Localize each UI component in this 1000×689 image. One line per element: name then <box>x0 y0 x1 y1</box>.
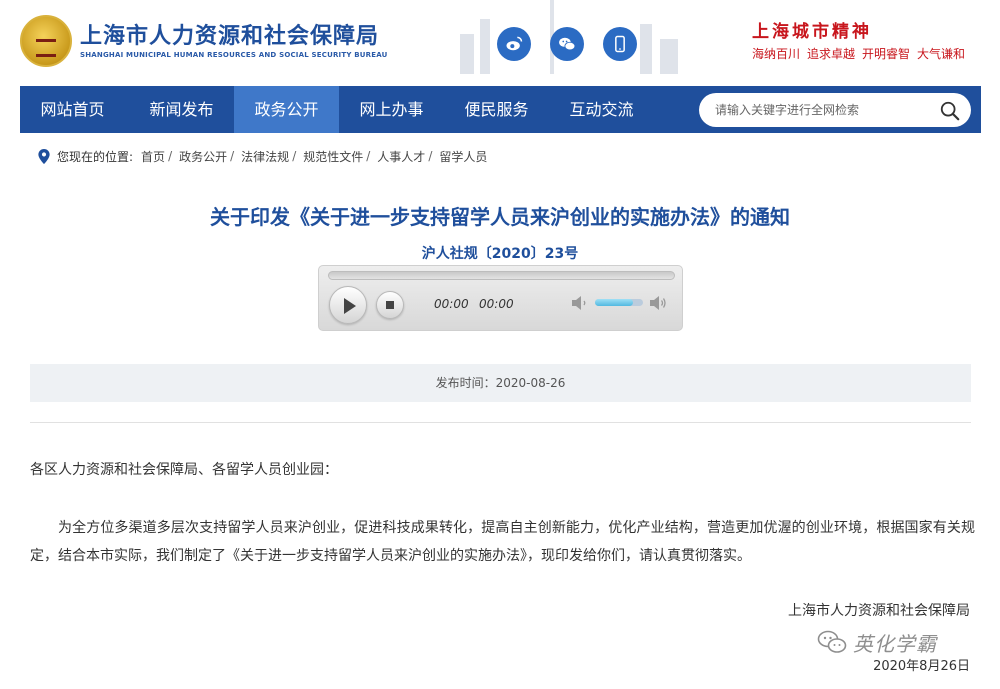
stop-button[interactable] <box>376 291 404 319</box>
nav-online-services[interactable]: 网上办事 <box>339 86 444 133</box>
breadcrumb-separator: / <box>366 149 371 163</box>
wechat-watermark: 英化学霸 <box>817 628 937 656</box>
site-subtitle: SHANGHAI MUNICIPAL HUMAN RESOURCES AND S… <box>80 51 388 59</box>
city-spirit-motto: 海纳百川 追求卓越 开明睿智 大气谦和 <box>752 45 965 62</box>
nav-government-affairs[interactable]: 政务公开 <box>234 86 339 133</box>
site-header: 上海市人力资源和社会保障局 SHANGHAI MUNICIPAL HUMAN R… <box>0 0 1000 86</box>
breadcrumb-government-affairs[interactable]: 政务公开 <box>179 148 227 165</box>
motto-item: 开明睿智 <box>862 47 911 61</box>
breadcrumb-personnel[interactable]: 人事人才 <box>377 148 425 165</box>
nav-news[interactable]: 新闻发布 <box>129 86 234 133</box>
search-input[interactable] <box>715 93 925 127</box>
volume-slider[interactable] <box>595 299 643 306</box>
signature-organization: 上海市人力资源和社会保障局 <box>788 603 970 619</box>
volume-max-icon[interactable] <box>649 295 667 311</box>
motto-item: 大气谦和 <box>917 47 966 61</box>
search-box <box>699 93 971 127</box>
mute-icon[interactable] <box>571 295 589 311</box>
audio-duration: 00:00 <box>479 297 514 311</box>
watermark-text: 英化学霸 <box>853 631 937 656</box>
site-title[interactable]: 上海市人力资源和社会保障局 <box>80 18 379 50</box>
audio-player: 00:00 00:00 <box>318 265 683 331</box>
nav-convenience-services[interactable]: 便民服务 <box>444 86 549 133</box>
breadcrumb-returnees[interactable]: 留学人员 <box>439 148 487 165</box>
nav-home[interactable]: 网站首页 <box>20 86 125 133</box>
weibo-icon[interactable] <box>497 27 531 61</box>
audio-current-time: 00:00 <box>434 297 469 311</box>
article-salutation: 各区人力资源和社会保障局、各留学人员创业园： <box>30 462 338 478</box>
article-body: 为全方位多渠道多层次支持留学人员来沪创业，促进科技成果转化，提高自主创新能力，优… <box>30 520 975 564</box>
volume-level <box>595 299 634 306</box>
content-divider <box>30 422 971 423</box>
location-pin-icon <box>38 148 50 164</box>
bureau-emblem-icon[interactable] <box>20 15 72 67</box>
breadcrumb-label: 您现在的位置: <box>57 149 134 164</box>
signature-date: 2020年8月26日 <box>873 659 970 674</box>
main-nav: 网站首页 新闻发布 政务公开 网上办事 便民服务 互动交流 <box>20 86 981 133</box>
publish-time: 发布时间：2020-08-26 <box>30 364 971 402</box>
breadcrumb-laws[interactable]: 法律法规 <box>241 148 289 165</box>
nav-interaction[interactable]: 互动交流 <box>549 86 654 133</box>
breadcrumb-separator: / <box>168 149 173 163</box>
play-button[interactable] <box>329 286 367 324</box>
wechat-watermark-icon <box>817 630 847 653</box>
document-number: 沪人社规〔2020〕23号 <box>421 246 579 262</box>
motto-item: 追求卓越 <box>807 47 856 61</box>
search-icon[interactable] <box>939 100 961 122</box>
city-spirit-title: 上海城市精神 <box>752 22 872 42</box>
breadcrumb-separator: / <box>292 149 297 163</box>
breadcrumb: 您现在的位置: 首页 / 政务公开 / 法律法规 / 规范性文件 / 人事人才 / 留学人… <box>38 147 487 165</box>
breadcrumb-separator: / <box>230 149 235 163</box>
article-title: 关于印发《关于进一步支持留学人员来沪创业的实施办法》的通知 <box>210 205 790 229</box>
audio-progress-bar[interactable] <box>328 271 675 280</box>
breadcrumb-normative-docs[interactable]: 规范性文件 <box>303 148 363 165</box>
motto-item: 海纳百川 <box>752 47 801 61</box>
wechat-icon[interactable] <box>550 27 584 61</box>
mobile-icon[interactable] <box>603 27 637 61</box>
breadcrumb-separator: / <box>428 149 433 163</box>
breadcrumb-home[interactable]: 首页 <box>141 148 165 165</box>
